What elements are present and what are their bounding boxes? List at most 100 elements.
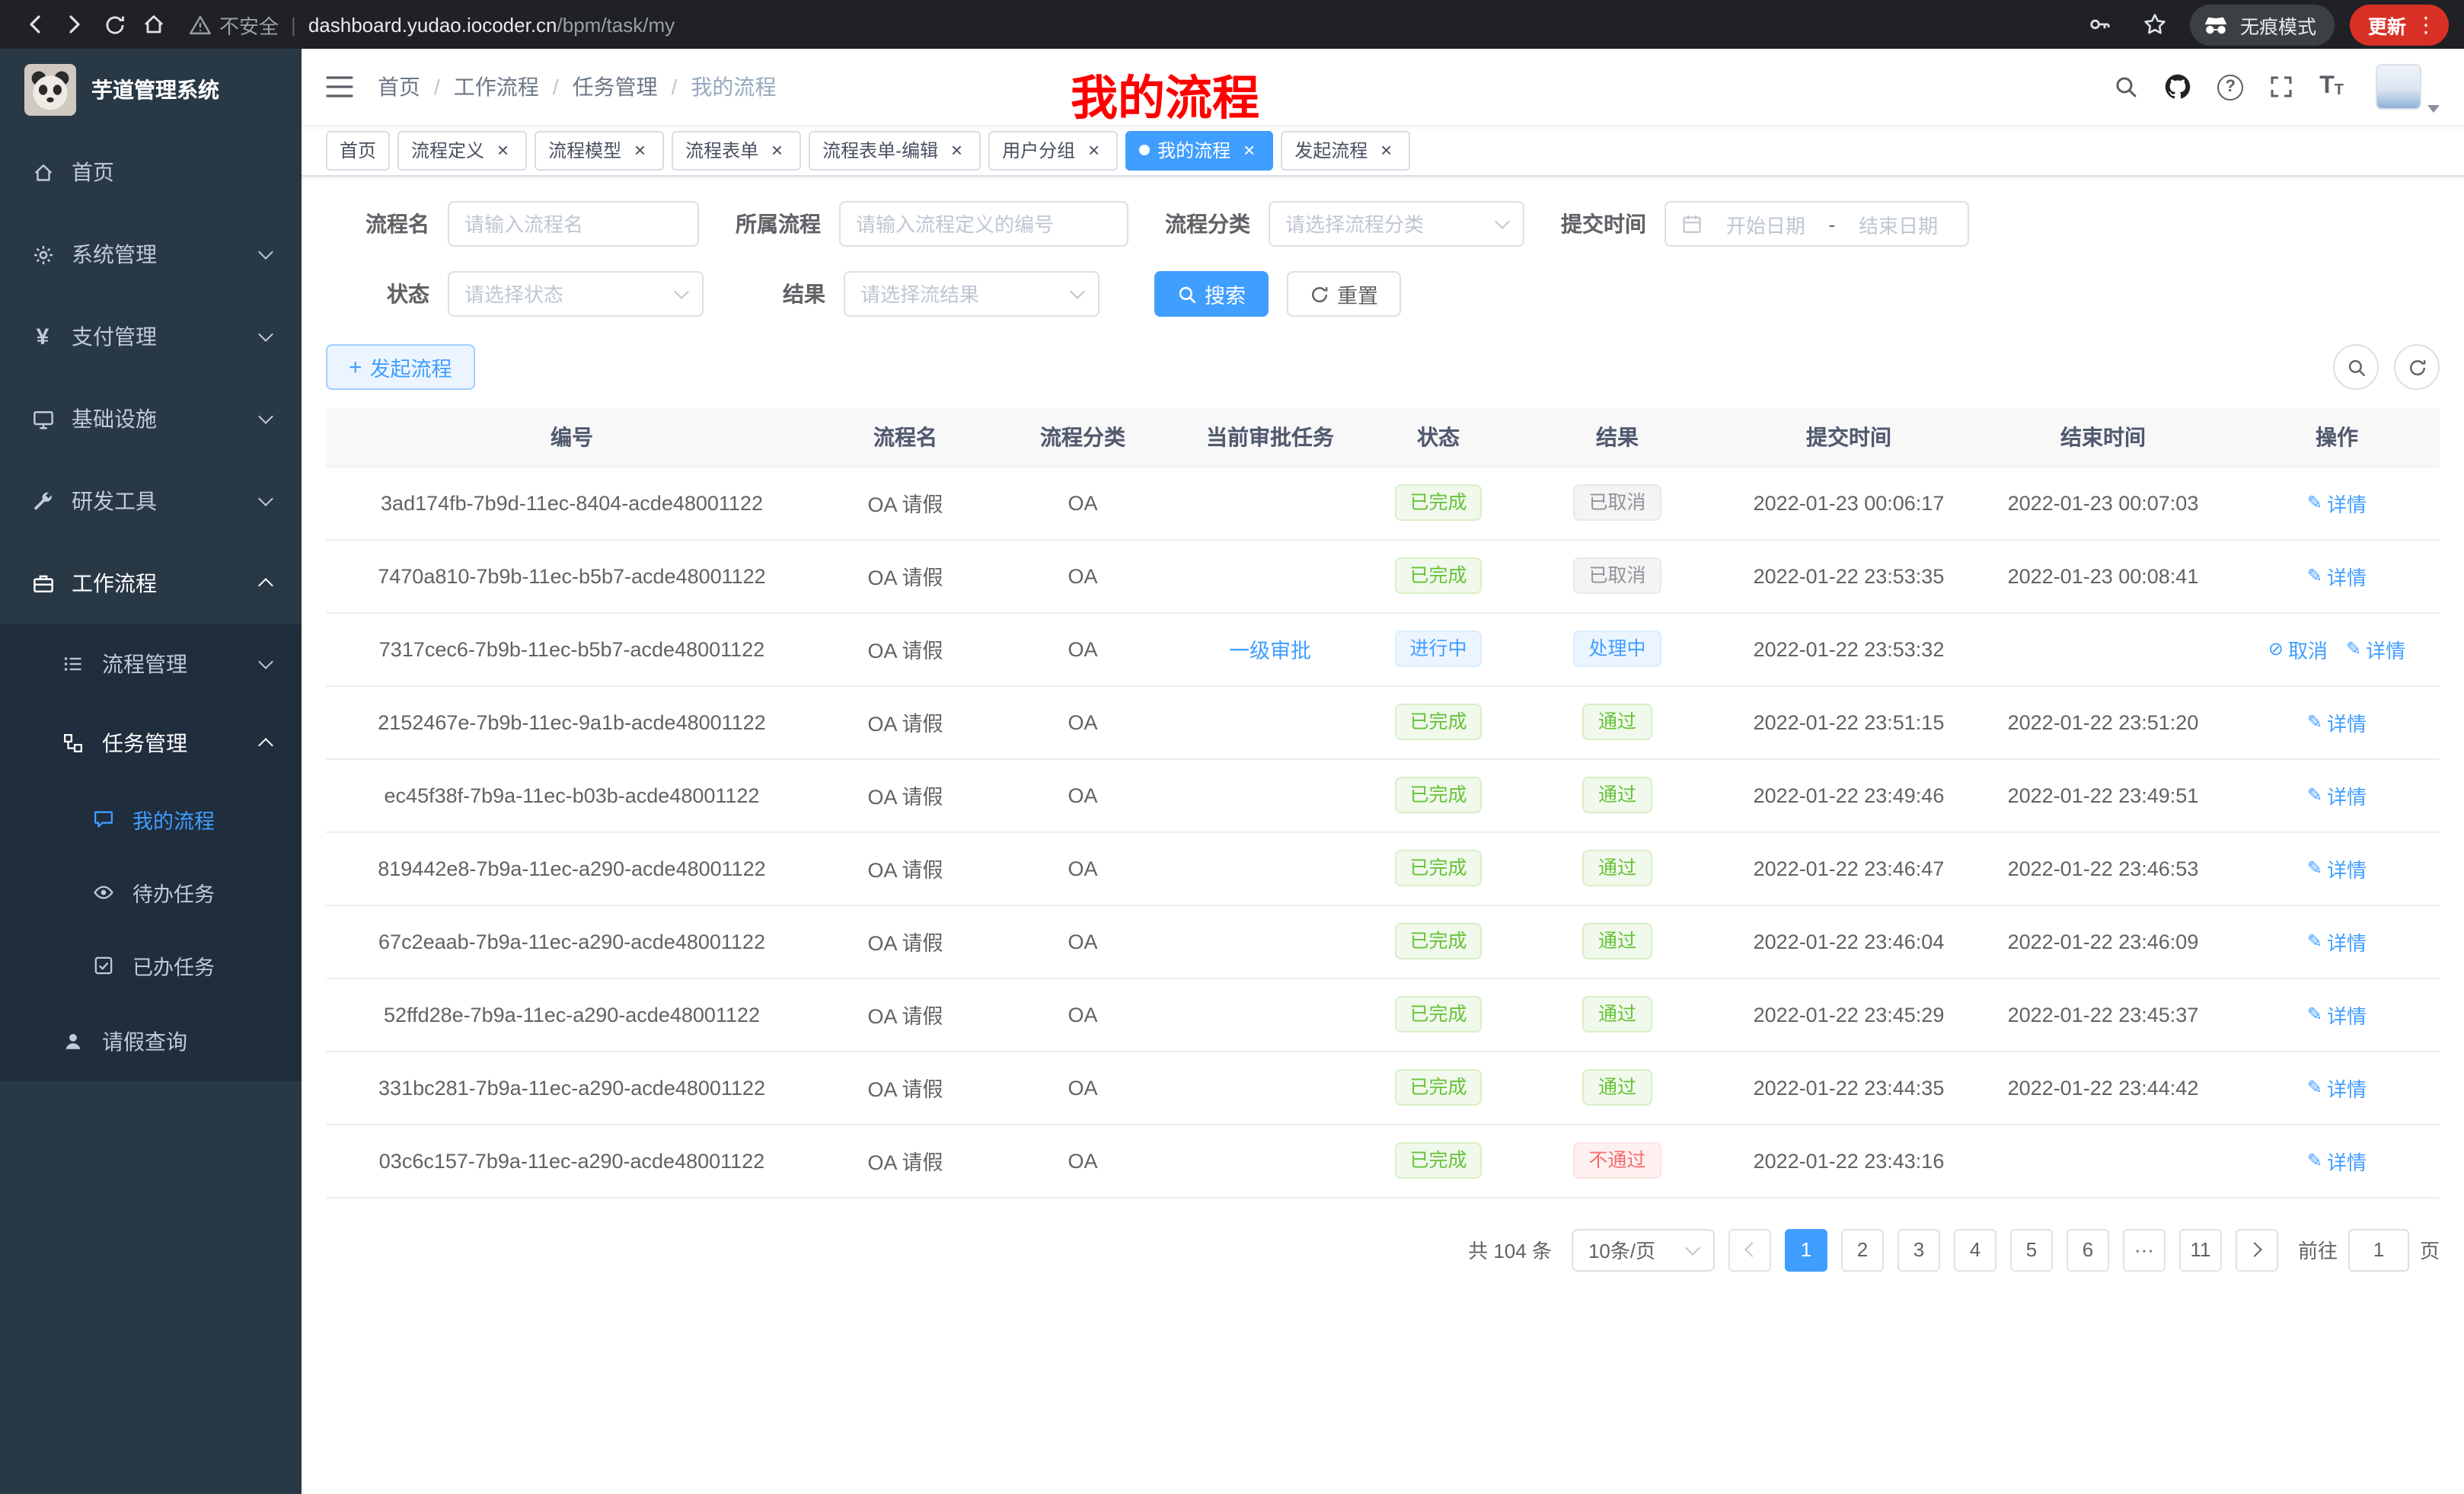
category-select[interactable] [1269,201,1524,247]
reload-button[interactable] [94,5,134,44]
prev-page-button[interactable] [1728,1228,1771,1271]
tab-首页[interactable]: 首页 [326,130,390,170]
sidebar-item-payment[interactable]: ¥ 支付管理 [0,295,302,378]
tab-close-icon[interactable]: × [946,139,967,161]
next-page-button[interactable] [2236,1228,2278,1271]
detail-link[interactable]: ✎详情 [2307,927,2367,956]
page-button-2[interactable]: 2 [1841,1228,1884,1271]
sidebar-item-task-mgmt[interactable]: 任务管理 [0,704,302,783]
tab-close-icon[interactable]: × [1375,139,1396,161]
cancel-link[interactable]: ⊘取消 [2268,634,2328,663]
detail-link[interactable]: ✎详情 [2307,707,2367,736]
search-button[interactable]: 搜索 [1154,271,1269,317]
page-button-5[interactable]: 5 [2010,1228,2053,1271]
forward-button[interactable] [55,5,94,44]
tab-流程表单-编辑[interactable]: 流程表单-编辑× [809,130,981,170]
status-select[interactable] [448,271,704,317]
tab-流程定义[interactable]: 流程定义× [397,130,527,170]
pager-ellipsis[interactable]: ··· [2123,1228,2166,1271]
tab-流程表单[interactable]: 流程表单× [672,130,801,170]
address-bar[interactable]: 不安全 | dashboard.yudao.iocoder.cn/bpm/tas… [189,10,2065,39]
filter-process-def: 所属流程 [736,201,1128,247]
detail-link[interactable]: ✎详情 [2307,561,2367,590]
home-button[interactable] [134,5,174,44]
page-button-1[interactable]: 1 [1785,1228,1827,1271]
app-logo[interactable]: 芋道管理系统 [0,49,302,131]
detail-link[interactable]: ✎详情 [2307,854,2367,883]
update-menu-button[interactable]: 更新 ⋮ [2350,4,2449,45]
page-button-11[interactable]: 11 [2179,1228,2222,1271]
result-select-input[interactable] [860,283,1063,305]
sidebar-item-done-tasks[interactable]: 已办任务 [0,929,302,1002]
toggle-search-button[interactable] [2333,344,2379,390]
help-button[interactable]: ? [2217,74,2243,100]
reset-button[interactable]: 重置 [1287,271,1401,317]
tab-close-icon[interactable]: × [1083,139,1104,161]
tab-流程模型[interactable]: 流程模型× [535,130,664,170]
breadcrumb-home[interactable]: 首页 [378,72,420,102]
refresh-table-button[interactable] [2394,344,2440,390]
sidebar-item-process-mgmt[interactable]: 流程管理 [0,624,302,704]
chevron-down-icon [258,654,273,669]
password-key-button[interactable] [2080,5,2120,44]
detail-link[interactable]: ✎详情 [2307,488,2367,517]
category-select-input[interactable] [1285,212,1488,235]
tab-用户分组[interactable]: 用户分组× [988,130,1118,170]
detail-link[interactable]: ✎详情 [2307,1000,2367,1029]
sidebar-item-todo-tasks[interactable]: 待办任务 [0,856,302,929]
breadcrumb-task-mgmt[interactable]: 任务管理 [573,72,658,102]
incognito-badge[interactable]: 无痕模式 [2190,4,2335,45]
tab-我的流程[interactable]: 我的流程× [1125,130,1273,170]
cell-actions: ✎详情 [2234,1124,2440,1197]
create-process-button[interactable]: + 发起流程 [326,344,475,390]
bookmark-button[interactable] [2135,5,2175,44]
status-select-input[interactable] [464,283,667,305]
table-body: 3ad174fb-7b9d-11ec-8404-acde48001122OA 请… [326,466,2440,1197]
detail-link[interactable]: ✎详情 [2346,634,2405,663]
plus-icon: + [349,356,362,378]
cancel-label: 取消 [2288,634,2328,663]
page-button-3[interactable]: 3 [1897,1228,1940,1271]
tab-close-icon[interactable]: × [629,139,650,161]
cell-category: OA [993,539,1173,612]
user-avatar-menu[interactable] [2376,64,2440,110]
page-button-4[interactable]: 4 [1954,1228,1996,1271]
sidebar-item-leave-query[interactable]: 请假查询 [0,1002,302,1081]
chevron-right-icon [2247,1242,2262,1257]
header-search-button[interactable] [2114,75,2138,99]
github-button[interactable] [2164,73,2191,101]
current-task-link[interactable]: 一级审批 [1229,640,1311,662]
screen: 不安全 | dashboard.yudao.iocoder.cn/bpm/tas… [0,0,2464,1494]
tab-close-icon[interactable]: × [766,139,787,161]
page-size-select[interactable]: 10条/页 [1572,1228,1715,1271]
sidebar-item-devtools[interactable]: 研发工具 [0,460,302,542]
breadcrumb-workflow[interactable]: 工作流程 [454,72,539,102]
sidebar-item-system[interactable]: 系统管理 [0,213,302,295]
tab-发起流程[interactable]: 发起流程× [1281,130,1410,170]
font-size-button[interactable]: TT [2319,75,2344,99]
date-range-picker[interactable]: 开始日期 - 结束日期 [1664,201,1969,247]
collapse-sidebar-button[interactable] [326,76,353,97]
fullscreen-button[interactable] [2269,75,2293,99]
filter-row-1: 流程名 所属流程 流程分类 提交时间 [326,201,2440,247]
detail-link[interactable]: ✎详情 [2307,1146,2367,1175]
col-status: 状态 [1368,408,1509,466]
detail-link[interactable]: ✎详情 [2307,781,2367,809]
security-chip[interactable]: 不安全 [189,10,279,39]
process-def-input[interactable] [856,212,1112,235]
cell-id: 2152467e-7b9b-11ec-9a1b-acde48001122 [326,685,818,758]
result-select[interactable] [844,271,1100,317]
process-name-input[interactable] [464,212,682,235]
tab-close-icon[interactable]: × [1238,139,1259,161]
goto-page-input[interactable] [2348,1228,2409,1271]
back-button[interactable] [15,5,55,44]
detail-link[interactable]: ✎详情 [2307,1073,2367,1102]
caret-down-icon [2427,105,2440,113]
page-button-6[interactable]: 6 [2067,1228,2109,1271]
sidebar-item-infra[interactable]: 基础设施 [0,378,302,460]
sidebar-item-my-process[interactable]: 我的流程 [0,783,302,856]
sidebar-item-home[interactable]: 首页 [0,131,302,213]
table-row: 7470a810-7b9b-11ec-b5b7-acde48001122OA 请… [326,539,2440,612]
tab-close-icon[interactable]: × [492,139,513,161]
sidebar-item-workflow[interactable]: 工作流程 [0,542,302,624]
